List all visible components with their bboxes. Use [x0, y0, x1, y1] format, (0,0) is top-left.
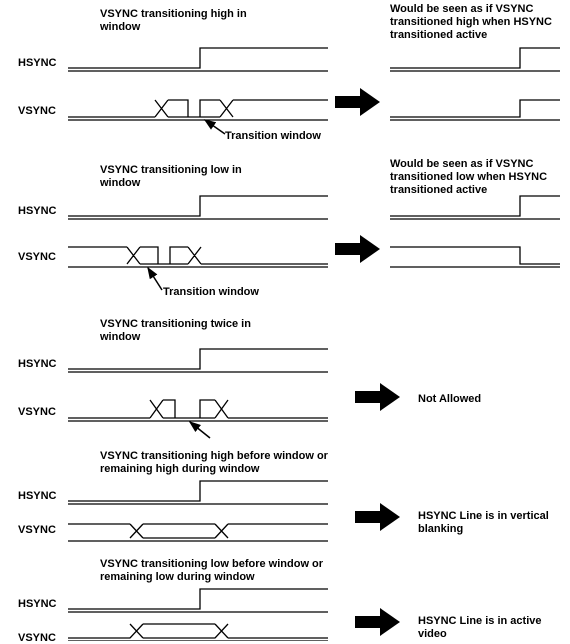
- big-arrow-2: [335, 235, 380, 263]
- vsync-waveform-2-right: [390, 247, 560, 267]
- hsync-waveform-2-left: [68, 196, 328, 219]
- vsync-waveform-5: [68, 624, 328, 641]
- hsync-waveform-3-left: [68, 349, 328, 372]
- hsync-waveform-1-left: [68, 48, 328, 71]
- vsync-waveform-3-left: [68, 400, 328, 421]
- hsync-waveform-1-right: [390, 48, 560, 71]
- vsync-waveform-4: [68, 524, 328, 541]
- big-arrow-3: [355, 383, 400, 411]
- big-arrow-4: [355, 503, 400, 531]
- pointer-arrow-2: [148, 268, 162, 290]
- timing-diagram-svg: [0, 0, 570, 641]
- vsync-waveform-2-left: [68, 247, 328, 267]
- hsync-waveform-5: [68, 589, 328, 612]
- pointer-arrow-1: [205, 120, 225, 134]
- hsync-waveform-2-right: [390, 196, 560, 219]
- big-arrow-1: [335, 88, 380, 116]
- pointer-arrow-3: [190, 422, 210, 438]
- big-arrow-5: [355, 608, 400, 636]
- hsync-waveform-4: [68, 481, 328, 504]
- vsync-waveform-1-right: [390, 100, 560, 120]
- vsync-waveform-1-left: [68, 100, 328, 120]
